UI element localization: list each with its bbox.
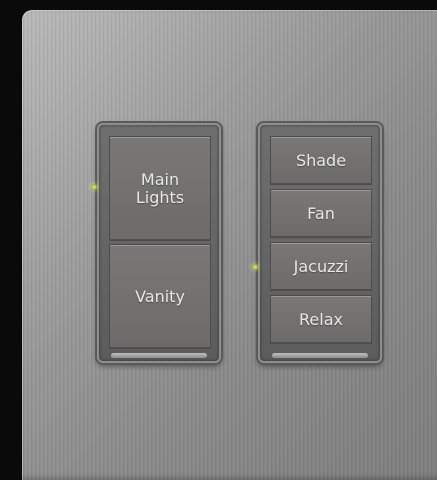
vanity-button[interactable]: Vanity — [109, 244, 211, 349]
main-lights-button[interactable]: Main Lights — [109, 136, 211, 241]
shade-button[interactable]: Shade — [270, 136, 372, 185]
status-led-jacuzzi — [252, 264, 258, 270]
keypad-left-bottom-strip — [111, 353, 207, 358]
keypad-left: Main Lights Vanity — [91, 123, 221, 363]
relax-button[interactable]: Relax — [270, 295, 372, 344]
status-led-main-lights — [91, 184, 97, 190]
jacuzzi-button[interactable]: Jacuzzi — [270, 242, 372, 291]
keypad-right-bottom-strip — [272, 353, 368, 358]
fan-button[interactable]: Fan — [270, 189, 372, 238]
keypad-right: Shade Fan Jacuzzi Relax — [252, 123, 382, 363]
